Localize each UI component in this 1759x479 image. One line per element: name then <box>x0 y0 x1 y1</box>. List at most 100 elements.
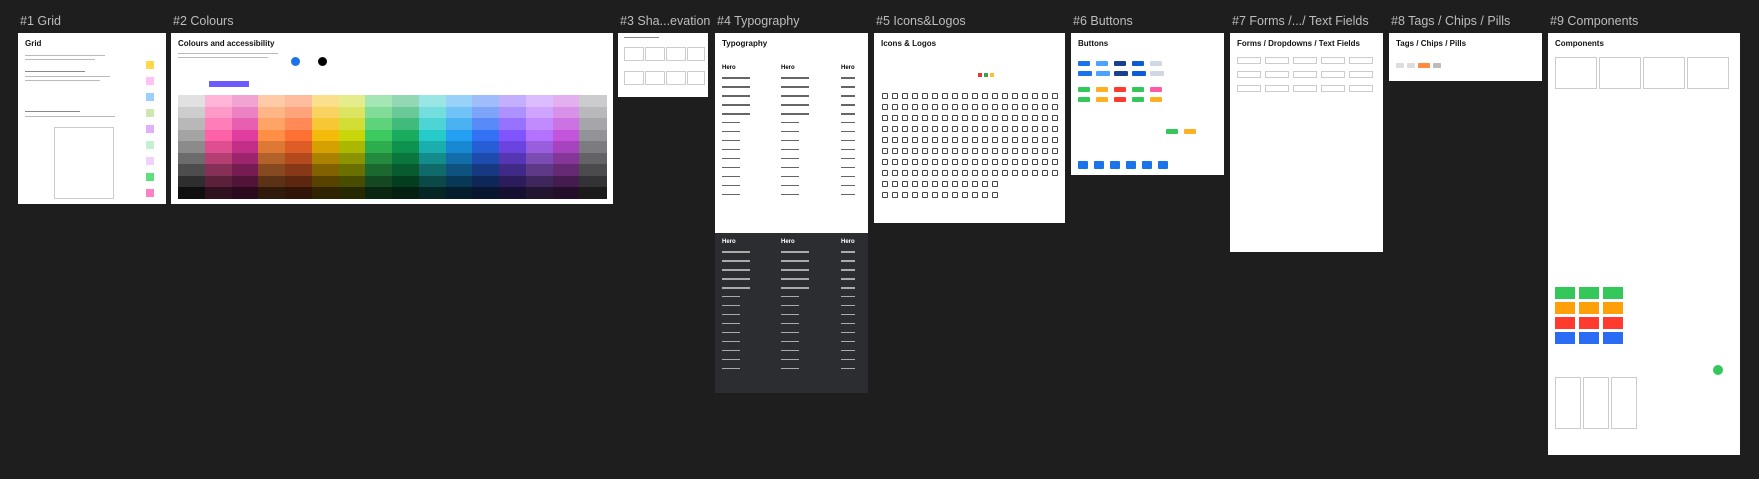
type-sample-row <box>781 260 809 262</box>
icon <box>1032 137 1038 143</box>
icon <box>1032 148 1038 154</box>
palette-swatch <box>418 152 446 165</box>
frame-buttons[interactable]: Buttons <box>1071 33 1224 175</box>
type-sample-row <box>722 104 750 106</box>
palette-swatch <box>579 106 607 119</box>
button-sample <box>1096 87 1108 92</box>
palette-swatch <box>258 187 286 200</box>
type-sample-row <box>722 323 740 324</box>
type-sample-row <box>841 140 855 141</box>
type-sample-row <box>781 332 799 333</box>
icon <box>1042 148 1048 154</box>
frame-label-typography[interactable]: #4 Typography <box>717 14 799 28</box>
palette-swatch <box>258 95 286 108</box>
logo-yellow <box>990 73 994 77</box>
frame-label-tags[interactable]: #8 Tags / Chips / Pills <box>1391 14 1510 28</box>
palette-swatch <box>579 95 607 108</box>
icon <box>922 115 928 121</box>
frame-typography[interactable]: Typography Hero Hero Hero Hero Hero Hero <box>715 33 868 393</box>
type-sample-row <box>841 149 855 150</box>
icon <box>1012 170 1018 176</box>
status-card <box>1555 317 1575 329</box>
icon <box>912 159 918 165</box>
type-sample-row <box>841 341 855 342</box>
icon <box>952 181 958 187</box>
swatch <box>146 77 154 85</box>
frame-label-shadow[interactable]: #3 Sha...evation <box>620 14 710 28</box>
frame-colours[interactable]: Colours and accessibility <box>171 33 613 204</box>
palette-swatch <box>579 164 607 177</box>
icon <box>1042 115 1048 121</box>
type-sample-row <box>781 269 809 271</box>
frame-title: Colours and accessibility <box>178 39 275 48</box>
button-sample <box>1078 97 1090 102</box>
button-grid <box>1078 61 1218 171</box>
type-sample-row <box>781 251 809 253</box>
palette-swatch <box>525 118 553 131</box>
palette-swatch <box>178 175 206 188</box>
frame-tags[interactable]: Tags / Chips / Pills <box>1389 33 1542 81</box>
text-line <box>25 111 80 112</box>
palette-swatch <box>445 95 473 108</box>
type-scale-light <box>722 77 862 207</box>
frame-forms[interactable]: Forms / Dropdowns / Text Fields <box>1230 33 1383 252</box>
success-check <box>1713 365 1723 375</box>
frame-label-colours[interactable]: #2 Colours <box>173 14 233 28</box>
button-sample <box>1114 97 1126 102</box>
icon <box>972 93 978 99</box>
palette-swatch <box>258 129 286 142</box>
icon <box>962 148 968 154</box>
icon <box>932 148 938 154</box>
icon <box>1032 159 1038 165</box>
frame-label-grid[interactable]: #1 Grid <box>20 14 61 28</box>
frame-components[interactable]: Components <box>1548 33 1740 455</box>
palette-swatch <box>472 164 500 177</box>
text-line <box>25 116 115 117</box>
button-sample <box>1078 71 1092 76</box>
frame-label-icons[interactable]: #5 Icons&Logos <box>876 14 966 28</box>
icon <box>1052 159 1058 165</box>
frame-shadow[interactable] <box>618 33 708 97</box>
component-cards <box>1555 57 1735 447</box>
icon <box>902 104 908 110</box>
frame-label-buttons[interactable]: #6 Buttons <box>1073 14 1133 28</box>
palette-swatch <box>231 187 259 200</box>
icon-button <box>1158 161 1168 169</box>
type-sample-row <box>722 167 740 168</box>
text-field <box>1349 71 1373 78</box>
button-sample <box>1078 61 1090 66</box>
palette-swatch <box>472 129 500 142</box>
type-sample-row <box>841 104 855 106</box>
palette-swatch <box>204 164 232 177</box>
palette-swatch <box>418 164 446 177</box>
text-field <box>1237 85 1261 92</box>
icon <box>1052 170 1058 176</box>
frame-label-forms[interactable]: #7 Forms /.../ Text Fields <box>1232 14 1369 28</box>
type-sample-row <box>781 158 799 159</box>
frame-grid[interactable]: Grid <box>18 33 166 204</box>
icon <box>892 170 898 176</box>
type-sample-row <box>722 368 740 369</box>
frame-icons[interactable]: Icons & Logos <box>874 33 1065 223</box>
type-sample-row <box>781 113 809 115</box>
type-sample-row <box>722 269 750 271</box>
type-sample-row <box>781 287 809 289</box>
type-sample-row <box>781 167 799 168</box>
button-sample <box>1132 61 1144 66</box>
icon <box>1032 170 1038 176</box>
icon <box>932 115 938 121</box>
icon <box>982 192 988 198</box>
icon <box>932 181 938 187</box>
type-scale-dark <box>722 251 862 381</box>
status-card <box>1555 287 1575 299</box>
frame-label-components[interactable]: #9 Components <box>1550 14 1638 28</box>
icon <box>932 104 938 110</box>
icon <box>912 170 918 176</box>
icon <box>1032 115 1038 121</box>
palette-swatch <box>204 175 232 188</box>
icon <box>972 137 978 143</box>
palette-swatch <box>445 106 473 119</box>
form-grid <box>1237 57 1377 127</box>
icon <box>972 192 978 198</box>
palette-swatch <box>472 175 500 188</box>
